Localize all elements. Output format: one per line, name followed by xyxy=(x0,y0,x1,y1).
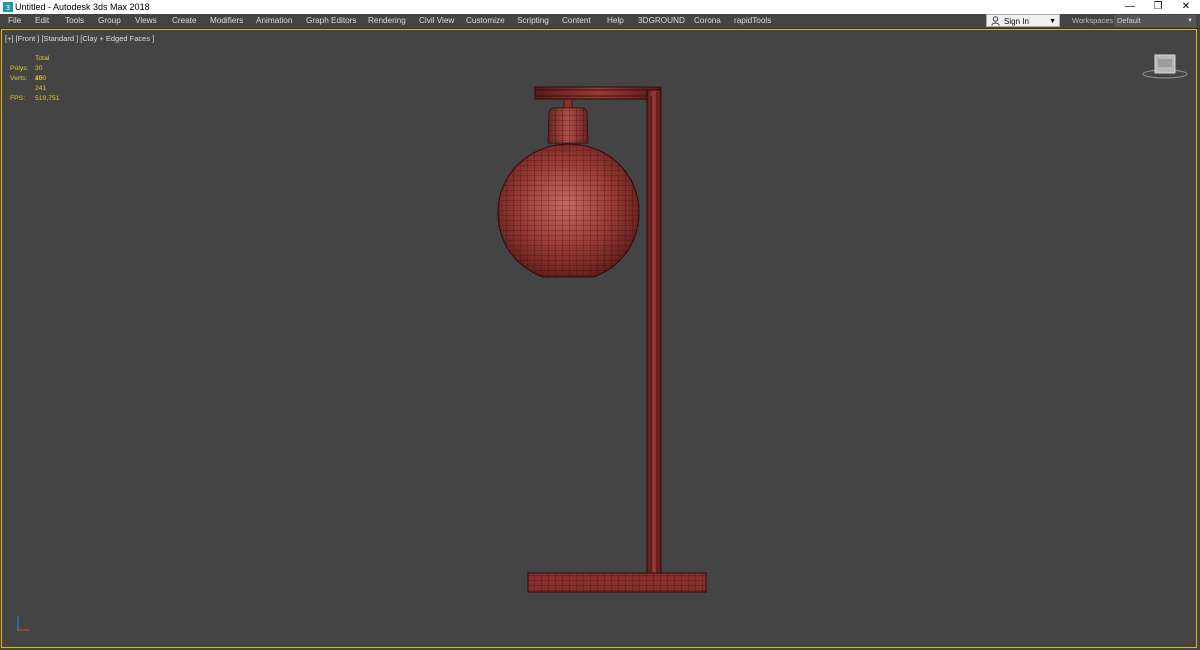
3dsmax-app-icon: 3 xyxy=(3,2,13,12)
sign-in-dropdown[interactable]: Sign In ▼ xyxy=(986,14,1060,27)
user-icon xyxy=(991,16,1000,26)
lamp-pole xyxy=(646,89,662,576)
menu-scripting[interactable]: Scripting xyxy=(517,14,549,28)
menu-modifiers[interactable]: Modifiers xyxy=(210,14,243,28)
front-viewport[interactable]: [+] [Front ] [Standard ] [Clay + Edged F… xyxy=(1,29,1197,648)
window-controls: — ❐ ✕ xyxy=(1116,0,1200,14)
menu-edit[interactable]: Edit xyxy=(35,14,49,28)
menu-bar: File Edit Tools Group Views Create Modif… xyxy=(0,14,1200,29)
menu-views[interactable]: Views xyxy=(135,14,157,28)
stats-header: Total xyxy=(35,55,50,62)
menu-rendering[interactable]: Rendering xyxy=(368,14,406,28)
lamp-globe xyxy=(497,143,640,278)
menu-file[interactable]: File xyxy=(8,14,21,28)
minimize-button[interactable]: — xyxy=(1116,0,1144,14)
verts-label: Verts: xyxy=(10,75,28,82)
menu-corona[interactable]: Corona xyxy=(694,14,721,28)
menu-tools[interactable]: Tools xyxy=(65,14,84,28)
workspace-select[interactable]: Default ▼ xyxy=(1114,15,1196,27)
workspaces-label: Workspaces: xyxy=(1072,16,1116,25)
chevron-down-icon: ▼ xyxy=(1187,18,1193,24)
close-button[interactable]: ✕ xyxy=(1172,0,1200,14)
lamp-hanger xyxy=(563,98,573,110)
viewcube-icon[interactable] xyxy=(1142,52,1188,80)
lamp-model[interactable] xyxy=(2,30,1196,647)
menu-animation[interactable]: Animation xyxy=(256,14,292,28)
menu-graph-editors[interactable]: Graph Editors xyxy=(306,14,357,28)
menu-3dground[interactable]: 3DGROUND xyxy=(638,14,685,28)
viewport-label[interactable]: [+] [Front ] [Standard ] [Clay + Edged F… xyxy=(5,34,154,43)
verts-value: 15 241 xyxy=(35,75,47,92)
menu-create[interactable]: Create xyxy=(172,14,197,28)
sign-in-label: Sign In xyxy=(1004,17,1029,26)
minimize-icon: — xyxy=(1125,1,1135,12)
window-title: Untitled - Autodesk 3ds Max 2018 xyxy=(15,2,150,12)
svg-text:3: 3 xyxy=(6,4,10,12)
chevron-down-icon: ▼ xyxy=(1049,18,1056,25)
close-icon: ✕ xyxy=(1181,1,1191,12)
menu-content[interactable]: Content xyxy=(562,14,591,28)
lamp-cap xyxy=(547,107,589,144)
axis-tripod-icon xyxy=(17,616,30,631)
restore-button[interactable]: ❐ xyxy=(1144,0,1172,14)
menu-group[interactable]: Group xyxy=(98,14,121,28)
menu-customize[interactable]: Customize xyxy=(466,14,505,28)
title-bar: 3 Untitled - Autodesk 3ds Max 2018 — ❐ ✕ xyxy=(0,0,1200,14)
menu-help[interactable]: Help xyxy=(607,14,624,28)
menu-rapidtools[interactable]: rapidTools xyxy=(734,14,771,28)
fps-value: 519,751 xyxy=(35,95,60,102)
menu-civil-view[interactable]: Civil View xyxy=(419,14,454,28)
fps-label: FPS: xyxy=(10,95,26,102)
lamp-base xyxy=(527,572,707,593)
lamp-arm xyxy=(534,86,662,100)
workspace-value: Default xyxy=(1117,16,1141,25)
restore-icon: ❐ xyxy=(1153,1,1163,12)
polys-label: Polys: xyxy=(10,65,29,72)
